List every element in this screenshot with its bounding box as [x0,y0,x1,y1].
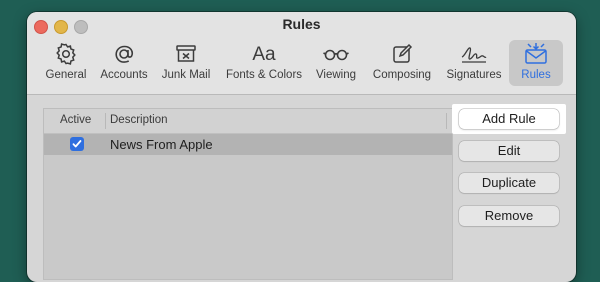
window-title: Rules [282,16,321,32]
toolbar-label: General [45,69,87,81]
rules-table: Active Description News From Apple [43,108,453,280]
table-header: Active Description [44,109,452,134]
rule-active-checkbox[interactable] [70,137,84,151]
junk-box-icon [158,42,214,68]
rules-window: Rules General Accounts Junk Mail Aa Font… [27,12,576,282]
toolbar-item-junk-mail[interactable]: Junk Mail [158,40,214,86]
remove-button[interactable]: Remove [459,206,559,226]
preferences-toolbar: General Accounts Junk Mail Aa Fonts & Co… [27,40,576,88]
toolbar-label: Signatures [446,69,502,81]
toolbar-item-signatures[interactable]: Signatures [441,40,507,86]
toolbar-label: Composing [372,69,432,81]
column-divider [446,113,447,129]
checkmark-icon [72,140,82,148]
table-row[interactable]: News From Apple [44,134,452,155]
compose-icon [369,42,435,68]
font-icon: Aa [252,44,276,65]
column-divider [105,113,106,129]
edit-button[interactable]: Edit [459,141,559,161]
toolbar-label: Fonts & Colors [225,69,303,81]
toolbar-label: Accounts [100,69,148,81]
toolbar-item-viewing[interactable]: Viewing [313,40,359,86]
toolbar-item-composing[interactable]: Composing [369,40,435,86]
glasses-icon [313,42,359,68]
toolbar-item-accounts[interactable]: Accounts [95,40,153,86]
toolbar-item-general[interactable]: General [40,40,92,86]
signature-icon [441,42,507,68]
toolbar-label: Rules [521,69,551,81]
rule-description: News From Apple [110,137,213,152]
title-bar: Rules General Accounts Junk Mail Aa Font… [27,12,576,95]
rules-envelope-icon [509,42,563,68]
add-rule-button[interactable]: Add Rule [459,109,559,129]
toolbar-item-fonts-colors[interactable]: Aa Fonts & Colors [223,40,305,86]
toolbar-label: Viewing [315,69,357,81]
toolbar-item-rules[interactable]: Rules [509,40,563,86]
gear-icon [40,42,92,68]
toolbar-label: Junk Mail [161,69,211,81]
column-header-active[interactable]: Active [60,114,91,126]
column-header-description[interactable]: Description [110,114,168,126]
duplicate-button[interactable]: Duplicate [459,173,559,193]
at-sign-icon [95,42,153,68]
